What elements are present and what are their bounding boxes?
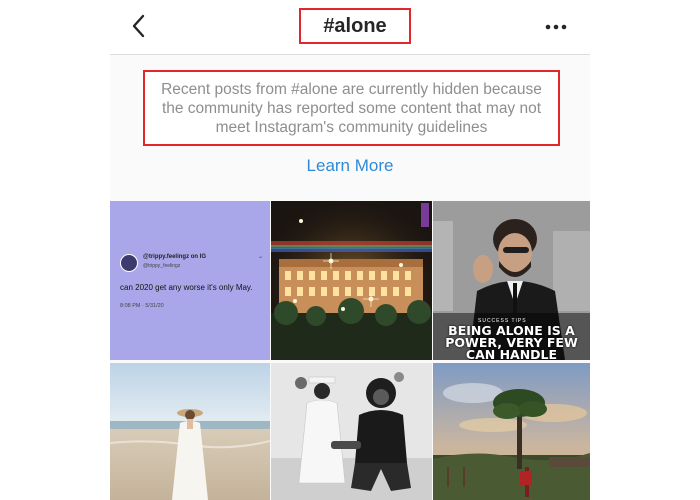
page-title: #alone	[299, 8, 411, 44]
avatar	[120, 254, 138, 272]
chevron-down-icon: ⌄	[258, 254, 264, 260]
more-options-button[interactable]	[542, 14, 570, 40]
post-photo-graduation[interactable]	[271, 363, 432, 500]
instagram-hashtag-screen: #alone Recent posts from #alone are curr…	[110, 0, 590, 500]
post-photo-building[interactable]	[271, 201, 432, 360]
posts-grid: @trippy.feelingz on IG @trippy_feelingz …	[110, 201, 590, 500]
tweet-timestamp: 8:08 PM · 5/31/20	[120, 303, 164, 309]
tweet-text: can 2020 get any worse it's only May.	[120, 283, 253, 292]
chevron-left-icon	[131, 14, 145, 38]
tweet-subhandle: @trippy_feelingz	[143, 263, 181, 269]
tweet-handle: @trippy.feelingz on IG	[143, 254, 207, 260]
post-tweet-screenshot[interactable]: @trippy.feelingz on IG @trippy_feelingz …	[110, 201, 270, 360]
quote-text: BEING ALONE IS A POWER, VERY FEW CAN HAN…	[445, 323, 578, 360]
post-photo-beach[interactable]	[110, 363, 270, 500]
more-horizontal-icon	[545, 24, 567, 30]
hidden-posts-notice: Recent posts from #alone are currently h…	[143, 70, 560, 146]
learn-more-link[interactable]: Learn More	[110, 156, 590, 176]
post-photo-tree[interactable]	[433, 363, 590, 500]
top-bar: #alone	[110, 0, 590, 55]
post-quote-being-alone[interactable]: SUCCESS TIPS BEING ALONE IS A POWER, VER…	[433, 201, 590, 360]
back-button[interactable]	[126, 12, 150, 40]
